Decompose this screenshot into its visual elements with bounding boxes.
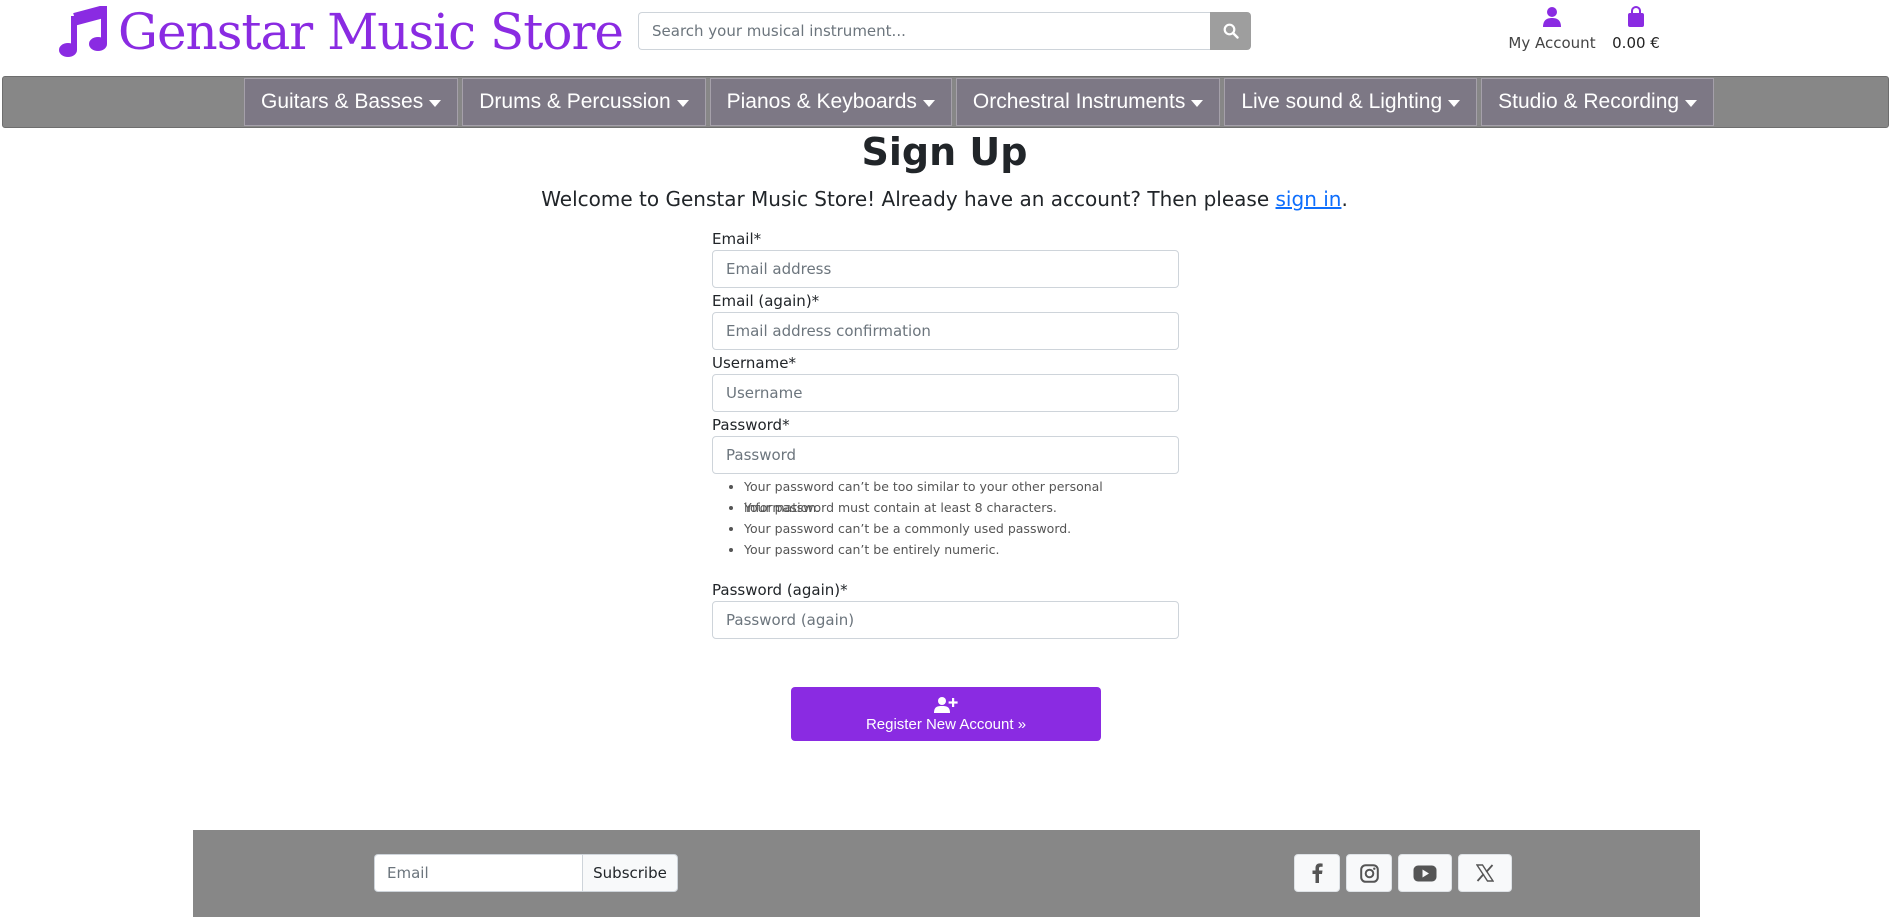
brand-name: Genstar Music Store [118, 3, 624, 61]
caret-down-icon [1448, 100, 1461, 107]
newsletter-form: Subscribe [374, 854, 678, 892]
email-label: Email* [712, 230, 762, 248]
search-icon [1223, 23, 1239, 39]
facebook-link[interactable] [1294, 854, 1340, 892]
username-label: Username* [712, 354, 796, 372]
signup-form: Email* Email (again)* Username* Password… [712, 228, 1179, 641]
instagram-link[interactable] [1346, 854, 1392, 892]
youtube-link[interactable] [1398, 854, 1452, 892]
x-link[interactable] [1458, 854, 1512, 892]
nav-live-sound-lighting[interactable]: Live sound & Lighting [1224, 78, 1478, 126]
social-links [1294, 854, 1512, 892]
x-icon [1476, 864, 1494, 882]
my-account-label: My Account [1508, 34, 1596, 52]
facebook-icon [1312, 863, 1323, 883]
password-help-item: Your password can’t be too similar to yo… [744, 476, 1179, 515]
password-again-field[interactable] [712, 601, 1179, 639]
username-field[interactable] [712, 374, 1179, 412]
password-again-label: Password (again)* [712, 581, 848, 599]
music-note-icon [59, 6, 107, 57]
nav-studio-recording[interactable]: Studio & Recording [1481, 78, 1715, 126]
page-title: Sign Up [861, 130, 1028, 174]
sign-in-link[interactable]: sign in [1276, 187, 1342, 211]
caret-down-icon [1191, 100, 1204, 107]
shopping-bag-icon [1628, 5, 1644, 27]
register-button[interactable]: Register New Account » [791, 687, 1101, 741]
nav-label: Studio & Recording [1498, 90, 1680, 113]
search-input[interactable] [638, 12, 1210, 50]
nav-label: Orchestral Instruments [972, 90, 1186, 113]
nav-orchestral-instruments[interactable]: Orchestral Instruments [955, 78, 1221, 126]
password-help-item: Your password can’t be a commonly used p… [744, 518, 1179, 539]
cart-total: 0.00 € [1612, 34, 1660, 52]
nav-menu: Guitars & Basses Drums & Percussion Pian… [244, 78, 1715, 126]
caret-down-icon [676, 100, 689, 107]
user-icon [1543, 7, 1561, 27]
nav-guitars-basses[interactable]: Guitars & Basses [244, 78, 459, 126]
instagram-icon [1359, 863, 1379, 883]
nav-label: Guitars & Basses [261, 90, 424, 113]
search-bar [638, 12, 1251, 50]
newsletter-email-input[interactable] [374, 854, 582, 892]
welcome-prefix: Welcome to Genstar Music Store! Already … [541, 187, 1276, 211]
cart-link[interactable]: 0.00 € [1606, 5, 1666, 52]
welcome-suffix: . [1341, 187, 1348, 211]
password-help-item: Your password must contain at least 8 ch… [744, 497, 1179, 518]
nav-label: Drums & Percussion [479, 90, 671, 113]
nav-label: Pianos & Keyboards [726, 90, 917, 113]
password-label: Password* [712, 416, 790, 434]
caret-down-icon [922, 100, 935, 107]
email-again-field[interactable] [712, 312, 1179, 350]
logo[interactable]: Genstar Music Store [58, 3, 624, 61]
register-button-label: Register New Account » [865, 715, 1027, 733]
welcome-text: Welcome to Genstar Music Store! Already … [0, 187, 1889, 211]
caret-down-icon [1685, 100, 1698, 107]
password-help-item: Your password can’t be entirely numeric. [744, 539, 1179, 560]
password-field[interactable] [712, 436, 1179, 474]
nav-pianos-keyboards[interactable]: Pianos & Keyboards [709, 78, 952, 126]
subscribe-button[interactable]: Subscribe [582, 854, 678, 892]
search-button[interactable] [1210, 12, 1251, 50]
email-field[interactable] [712, 250, 1179, 288]
youtube-icon [1413, 865, 1437, 881]
user-plus-icon [934, 696, 958, 713]
email-again-label: Email (again)* [712, 292, 820, 310]
my-account-link[interactable]: My Account [1508, 6, 1596, 52]
nav-label: Live sound & Lighting [1241, 90, 1443, 113]
password-help-list: Your password can’t be too similar to yo… [744, 476, 1179, 560]
caret-down-icon [429, 100, 442, 107]
nav-drums-percussion[interactable]: Drums & Percussion [462, 78, 706, 126]
footer: Subscribe [193, 830, 1700, 917]
